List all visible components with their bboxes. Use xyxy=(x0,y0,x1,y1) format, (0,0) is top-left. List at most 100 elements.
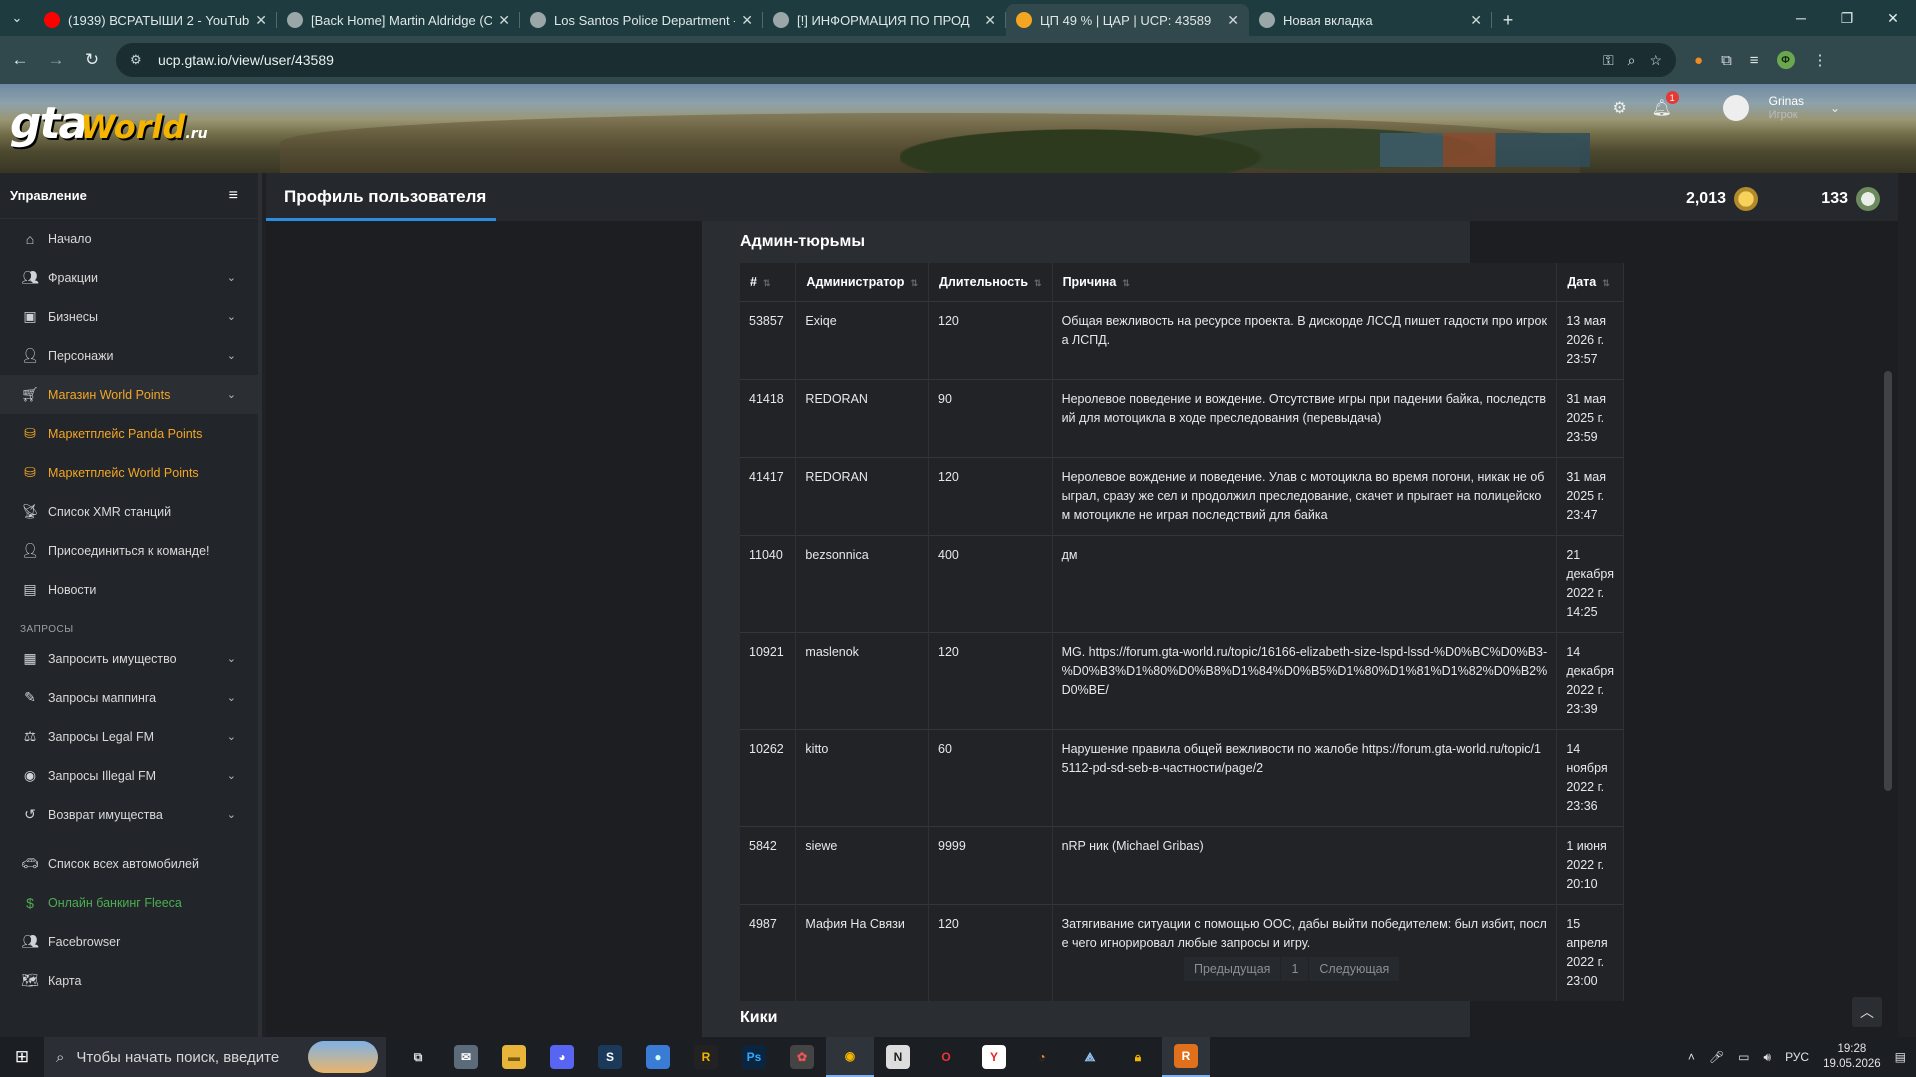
tab-close-icon[interactable]: ✕ xyxy=(1470,12,1482,29)
notifications-bell-icon[interactable]: 🔔︎ 1 xyxy=(1651,91,1679,119)
discord-icon[interactable]: ◕ xyxy=(538,1037,586,1077)
sort-icon[interactable]: ⇅ xyxy=(1602,278,1610,288)
hamburger-menu-icon[interactable]: ≡ xyxy=(229,187,238,205)
browser-tab[interactable]: Los Santos Police Department - ✕ xyxy=(520,4,763,36)
column-header[interactable]: Причина ⇅ xyxy=(1052,263,1558,301)
sidebar-item-briefcase[interactable]: ▣ Бизнесы ⌄ xyxy=(0,297,258,336)
mail-app-icon[interactable]: ✉ xyxy=(442,1037,490,1077)
sidebar-item-users[interactable]: 👥︎ Facebrowser xyxy=(0,922,258,961)
pager-page-button[interactable]: 1 xyxy=(1281,957,1309,981)
sidebar-item-scale[interactable]: ⚖ Запросы Legal FM ⌄ xyxy=(0,717,258,756)
new-tab-button[interactable]: + xyxy=(1492,4,1524,36)
media-control-icon[interactable]: ≡ xyxy=(1750,52,1759,69)
tray-chevron-icon[interactable]: ˄ xyxy=(1688,1050,1695,1064)
chevron-down-icon[interactable]: ⌄ xyxy=(227,769,236,782)
microphone-icon[interactable]: 🎤︎ xyxy=(1709,1050,1724,1064)
sidebar-item-money[interactable]: $ Онлайн банкинг Fleeca xyxy=(0,883,258,922)
bookmark-star-icon[interactable]: ☆ xyxy=(1649,52,1662,69)
forward-button[interactable]: → xyxy=(40,44,72,76)
pager-next-button[interactable]: Следующая xyxy=(1309,957,1400,981)
network-app-icon[interactable]: ⟁ xyxy=(1066,1037,1114,1077)
scrollbar-thumb[interactable] xyxy=(1884,371,1892,791)
sidebar-item-undo[interactable]: ↺ Возврат имущества ⌄ xyxy=(0,795,258,834)
tab-close-icon[interactable]: ✕ xyxy=(741,12,753,29)
sidebar-item-car[interactable]: 🚗︎ Список всех автомобилей xyxy=(0,844,258,883)
tab-close-icon[interactable]: ✕ xyxy=(1227,12,1239,29)
chevron-down-icon[interactable]: ⌄ xyxy=(1824,97,1846,119)
user-menu[interactable]: Grinas Игрок xyxy=(1769,94,1804,122)
sidebar-item-cart[interactable]: 🛒︎ Магазин World Points ⌄ xyxy=(0,375,258,414)
sidebar-item-antenna[interactable]: 📡︎ Список XMR станций xyxy=(0,492,258,531)
chevron-down-icon[interactable]: ⌄ xyxy=(227,271,236,284)
column-header[interactable]: Администратор ⇅ xyxy=(795,263,929,301)
sort-icon[interactable]: ⇅ xyxy=(910,278,918,288)
tab-close-icon[interactable]: ✕ xyxy=(255,12,267,29)
tab-close-icon[interactable]: ✕ xyxy=(498,12,510,29)
sidebar-item-map[interactable]: 🗺︎ Карта xyxy=(0,961,258,1000)
taskbar-search[interactable]: ⌕ Чтобы начать поиск, введите xyxy=(44,1037,386,1077)
task-view-icon[interactable]: ⧉ xyxy=(394,1037,442,1077)
chevron-down-icon[interactable]: ⌄ xyxy=(227,730,236,743)
profile-avatar-icon[interactable]: Ф xyxy=(1776,51,1795,69)
sidebar-item-home[interactable]: ⌂ Начало xyxy=(0,219,258,258)
photoshop-icon[interactable]: Ps xyxy=(730,1037,778,1077)
chevron-down-icon[interactable]: ⌄ xyxy=(227,691,236,704)
sort-icon[interactable]: ⇅ xyxy=(763,278,771,288)
pager-prev-button[interactable]: Предыдущая xyxy=(1184,957,1281,981)
yandex-icon[interactable]: Y xyxy=(970,1037,1018,1077)
extension-fox-icon[interactable]: ● xyxy=(1694,52,1703,69)
browser-tab[interactable]: ЦП 49 % | ЦАР | UCP: 43589 ✕ xyxy=(1006,4,1249,36)
lock-app-icon[interactable]: 🔒︎ xyxy=(1114,1037,1162,1077)
sidebar-item-newspaper[interactable]: ▤ Новости xyxy=(0,570,258,609)
password-key-icon[interactable]: ⚿ xyxy=(1603,52,1614,69)
page-scrollbar[interactable] xyxy=(1884,221,1892,1037)
language-indicator[interactable]: РУС xyxy=(1785,1050,1809,1064)
zoom-icon[interactable]: ⌕ xyxy=(1628,52,1636,69)
scroll-to-top-button[interactable]: ︿ xyxy=(1852,997,1882,1027)
address-bar[interactable]: ⚙ ucp.gtaw.io/view/user/43589 ⚿ ⌕ ☆ xyxy=(116,43,1676,77)
settings-gear-icon[interactable]: ⚙ xyxy=(1609,97,1631,119)
sidebar-item-mask[interactable]: ◉ Запросы Illegal FM ⌄ xyxy=(0,756,258,795)
column-header[interactable]: Длительность ⇅ xyxy=(928,263,1053,301)
file-explorer-icon[interactable]: ▬ xyxy=(490,1037,538,1077)
sidebar-item-brush[interactable]: ✎ Запросы маппинга ⌄ xyxy=(0,678,258,717)
rockstar-icon[interactable]: R xyxy=(682,1037,730,1077)
reload-button[interactable]: ↻ xyxy=(76,44,108,76)
sidebar-item-building[interactable]: ▦ Запросить имущество ⌄ xyxy=(0,639,258,678)
close-window-button[interactable]: ✕ xyxy=(1870,0,1916,36)
clock[interactable]: 19:28 19.05.2026 xyxy=(1823,1042,1881,1072)
column-header[interactable]: # ⇅ xyxy=(740,263,797,301)
chrome-icon[interactable]: ◉ xyxy=(826,1037,874,1077)
browser-tab[interactable]: (1939) ВСРАТЫШИ 2 - YouTube ✕ xyxy=(34,4,277,36)
paint-icon[interactable]: ✿ xyxy=(778,1037,826,1077)
browser-menu-icon[interactable]: ⋮ xyxy=(1813,51,1828,69)
notes-icon[interactable]: N xyxy=(874,1037,922,1077)
chevron-down-icon[interactable]: ⌄ xyxy=(227,388,236,401)
browser-tab[interactable]: [Back Home] Martin Aldridge (С ✕ xyxy=(277,4,520,36)
sidebar-item-coins[interactable]: ⛁ Маркетплейс Panda Points xyxy=(0,414,258,453)
user-avatar[interactable] xyxy=(1722,95,1749,121)
sidebar-item-users[interactable]: 👥︎ Фракции ⌄ xyxy=(0,258,258,297)
rage-mp-icon[interactable]: R xyxy=(1162,1037,1210,1077)
network-icon[interactable]: ▭ xyxy=(1738,1050,1749,1064)
sort-icon[interactable]: ⇅ xyxy=(1034,278,1042,288)
chevron-down-icon[interactable]: ⌄ xyxy=(227,808,236,821)
app-blue-icon[interactable]: ● xyxy=(634,1037,682,1077)
extensions-puzzle-icon[interactable]: ⧉ xyxy=(1721,52,1732,69)
sidebar-item-user[interactable]: 👤︎ Персонажи ⌄ xyxy=(0,336,258,375)
sort-icon[interactable]: ⇅ xyxy=(1122,278,1130,288)
back-button[interactable]: ← xyxy=(4,44,36,76)
chevron-down-icon[interactable]: ⌄ xyxy=(227,349,236,362)
chevron-down-icon[interactable]: ⌄ xyxy=(227,310,236,323)
volume-icon[interactable]: 🔊︎ xyxy=(1764,1050,1772,1065)
browser-tab[interactable]: [!] ИНФОРМАЦИЯ ПО ПРОД ✕ xyxy=(763,4,1006,36)
sidebar-item-coins[interactable]: ⛁ Маркетплейс World Points xyxy=(0,453,258,492)
browser-tab[interactable]: Новая вкладка ✕ xyxy=(1249,4,1492,36)
windows-start-icon[interactable]: ⊞ xyxy=(0,1037,44,1077)
tab-search-button[interactable]: ⌄ xyxy=(0,0,34,36)
blender-icon[interactable]: ◔ xyxy=(1018,1037,1066,1077)
tab-close-icon[interactable]: ✕ xyxy=(984,12,996,29)
minimize-button[interactable]: ─ xyxy=(1778,0,1824,36)
opera-icon[interactable]: O xyxy=(922,1037,970,1077)
site-info-icon[interactable]: ⚙ xyxy=(130,52,146,68)
